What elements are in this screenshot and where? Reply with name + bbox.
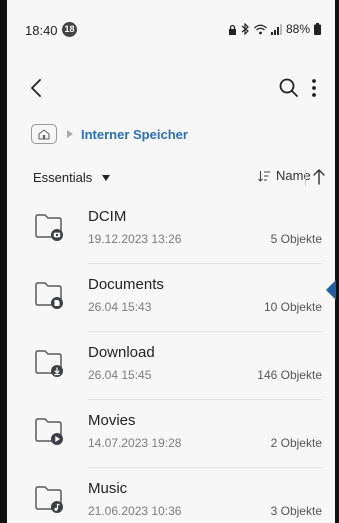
sort-direction-button[interactable] bbox=[312, 168, 326, 186]
screen-edge-right bbox=[335, 0, 339, 523]
search-button[interactable] bbox=[277, 76, 301, 100]
breadcrumb-arrow-icon bbox=[67, 130, 73, 138]
edge-panel-handle[interactable] bbox=[326, 280, 336, 300]
file-name: DCIM bbox=[88, 208, 127, 225]
home-icon bbox=[38, 128, 50, 140]
lock-icon bbox=[228, 24, 236, 35]
sort-icon bbox=[258, 170, 270, 182]
folder-icon bbox=[35, 418, 63, 445]
folder-icon bbox=[35, 350, 63, 377]
battery-percent: 88% bbox=[285, 22, 310, 36]
file-name: Music bbox=[88, 480, 128, 497]
file-count: 2 Objekte bbox=[270, 436, 322, 450]
file-date: 26.04 15:43 bbox=[88, 300, 152, 314]
folder-item[interactable]: Movies 14.07.2023 19:28 2 Objekte bbox=[7, 400, 335, 468]
bluetooth-icon bbox=[241, 23, 249, 35]
folder-item[interactable]: Documents 26.04 15:43 10 Objekte bbox=[7, 264, 335, 332]
dropdown-triangle-icon bbox=[102, 174, 111, 181]
document-icon bbox=[54, 300, 60, 306]
file-count: 3 Objekte bbox=[270, 504, 322, 518]
toolbar bbox=[7, 70, 335, 106]
file-date: 21.06.2023 10:36 bbox=[88, 504, 182, 518]
screen-edge-left bbox=[0, 0, 7, 523]
more-vertical-icon bbox=[312, 79, 316, 97]
signal-icon bbox=[270, 23, 282, 35]
sort-divider bbox=[305, 170, 306, 186]
arrow-up-icon bbox=[313, 169, 325, 185]
file-count: 146 Objekte bbox=[257, 368, 322, 382]
file-date: 19.12.2023 13:26 bbox=[88, 232, 182, 246]
breadcrumb: Interner Speicher bbox=[31, 122, 188, 146]
notification-count-badge: 18 bbox=[62, 22, 77, 37]
file-date: 14.07.2023 19:28 bbox=[88, 436, 182, 450]
sort-by-button[interactable]: Name bbox=[258, 168, 311, 183]
status-icons: 88% bbox=[228, 22, 321, 36]
file-date: 26.04 15:45 bbox=[88, 368, 152, 382]
status-time: 18:40 bbox=[25, 23, 58, 38]
folder-icon bbox=[35, 282, 63, 309]
home-button[interactable] bbox=[31, 124, 57, 144]
status-bar: 18:40 18 88% bbox=[7, 0, 335, 40]
file-name: Movies bbox=[88, 412, 136, 429]
battery-icon bbox=[314, 23, 321, 35]
file-count: 10 Objekte bbox=[263, 300, 322, 314]
sort-filter-row: Essentials Name bbox=[7, 166, 335, 190]
folder-icon bbox=[35, 214, 63, 241]
search-icon bbox=[279, 78, 298, 97]
more-options-button[interactable] bbox=[307, 76, 321, 100]
file-count: 5 Objekte bbox=[270, 232, 322, 246]
file-name: Documents bbox=[88, 276, 164, 293]
file-manager-screen: 18:40 18 88% Interner Speicher Essential… bbox=[7, 0, 335, 523]
filter-dropdown[interactable]: Essentials bbox=[33, 170, 111, 185]
back-button[interactable] bbox=[27, 76, 47, 100]
back-chevron-icon bbox=[31, 79, 41, 97]
wifi-icon bbox=[254, 24, 267, 34]
folder-item[interactable]: DCIM 19.12.2023 13:26 5 Objekte bbox=[7, 196, 335, 264]
folder-item[interactable]: Download 26.04 15:45 146 Objekte bbox=[7, 332, 335, 400]
breadcrumb-path[interactable]: Interner Speicher bbox=[81, 127, 188, 142]
folder-icon bbox=[35, 486, 63, 513]
file-name: Download bbox=[88, 344, 155, 361]
folder-item[interactable]: Music 21.06.2023 10:36 3 Objekte bbox=[7, 468, 335, 523]
filter-label: Essentials bbox=[33, 170, 93, 185]
file-list: DCIM 19.12.2023 13:26 5 Objekte Document… bbox=[7, 196, 335, 523]
